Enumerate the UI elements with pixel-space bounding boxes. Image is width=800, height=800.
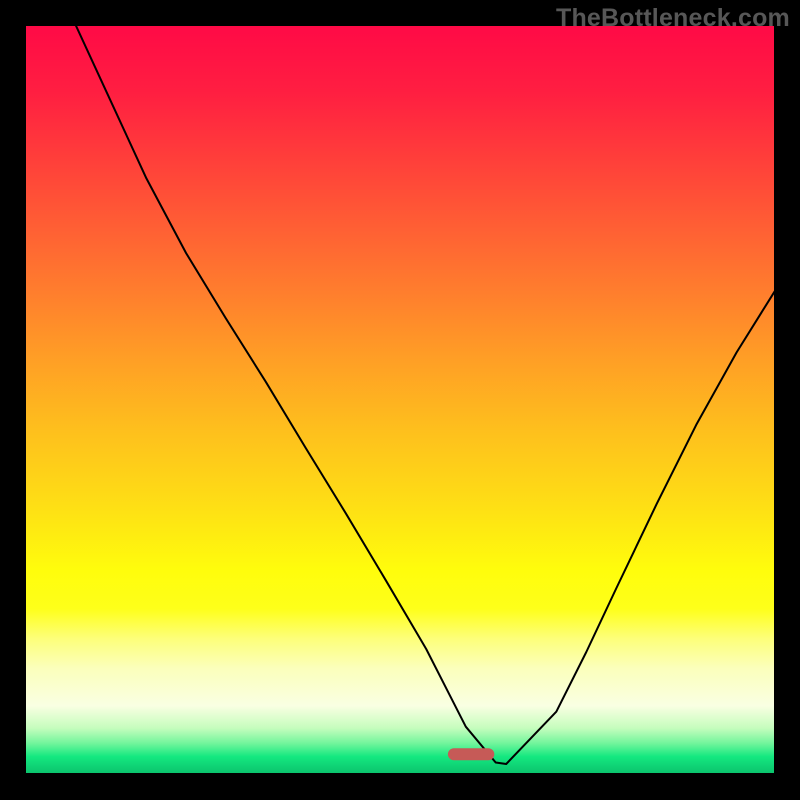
optimum-marker xyxy=(448,748,494,760)
plot-area xyxy=(26,26,774,773)
chart-frame: TheBottleneck.com xyxy=(0,0,800,800)
plot-svg xyxy=(26,26,774,773)
gradient-background xyxy=(26,26,774,773)
